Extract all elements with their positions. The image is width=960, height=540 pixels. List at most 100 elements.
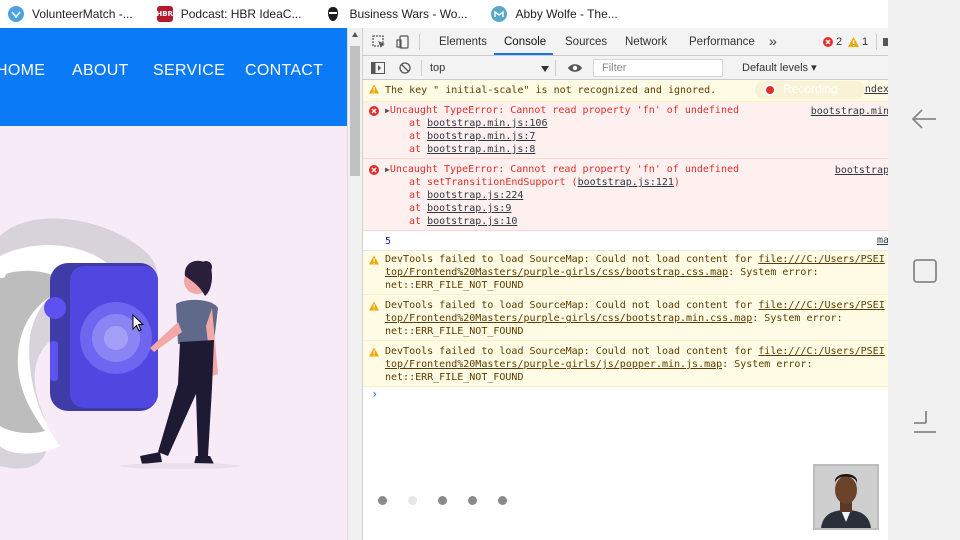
divider [419, 34, 420, 50]
error-count-icon [823, 37, 833, 47]
nav-contact[interactable]: CONTACT [245, 62, 323, 80]
warning-count-icon [848, 37, 859, 47]
tab-elements[interactable]: Elements [439, 36, 487, 48]
page-scrollbar[interactable] [347, 28, 362, 540]
device-toolbar-icon[interactable] [396, 35, 410, 49]
message-text: The key " initial-scale" is not recogniz… [385, 85, 717, 96]
chevron-down-icon[interactable] [541, 66, 549, 72]
stack-link[interactable]: bootstrap.min.js:7 [427, 131, 535, 142]
warning-icon [369, 84, 379, 94]
bookmarks-bar: VolunteerMatch -... HBR Podcast: HBR Ide… [0, 0, 888, 28]
stack-suffix: ) [673, 177, 680, 188]
message-text: 5 [385, 236, 392, 247]
context-selector[interactable]: top [430, 62, 445, 74]
nav-service[interactable]: SERVICE [153, 62, 225, 80]
devtools-tabbar: Elements Console Sources Network Perform… [363, 28, 888, 56]
slider-dot[interactable] [468, 496, 477, 505]
sourcemap-link[interactable]: top/Frontend%20Masters/purple-girls/css/… [385, 313, 752, 324]
webcam-overlay [813, 464, 879, 530]
divider [876, 34, 877, 50]
scrollbar-thumb[interactable] [350, 46, 360, 176]
stack-at: at [409, 131, 428, 142]
abby-wolfe-icon [491, 6, 508, 22]
sourcemap-link[interactable]: top/Frontend%20Masters/purple-girls/css/… [385, 267, 728, 278]
message-text: : System error: [752, 313, 843, 324]
sidebar-toggle-icon[interactable] [371, 62, 385, 74]
bookmark-volunteermatch[interactable]: VolunteerMatch -... [8, 6, 133, 22]
slider-dot[interactable] [378, 496, 387, 505]
message-text: net::ERR_FILE_NOT_FOUND [385, 372, 524, 383]
hero-illustration [0, 218, 240, 469]
stack-at: at [409, 203, 428, 214]
recording-indicator: Recording [755, 81, 865, 99]
tab-sources[interactable]: Sources [565, 36, 607, 48]
message-source-link[interactable]: ma [875, 234, 888, 247]
warning-count[interactable]: 1 [862, 36, 868, 48]
stack-at: at [409, 216, 428, 227]
console-message-warning: DevTools failed to load SourceMap: Could… [363, 341, 888, 387]
message-text: DevTools failed to load SourceMap: Could… [385, 346, 759, 357]
bookmark-abby-wolfe[interactable]: Abby Wolfe - The... [491, 6, 618, 22]
recording-label: Recording [783, 82, 838, 96]
webcam-person-image [815, 466, 877, 528]
message-text: net::ERR_FILE_NOT_FOUND [385, 326, 524, 337]
nav-home[interactable]: HOME [0, 62, 45, 80]
slider-dot[interactable] [438, 496, 447, 505]
bookmark-label: Business Wars - Wo... [349, 7, 468, 21]
console-prompt[interactable]: › [363, 387, 888, 407]
nav-about[interactable]: ABOUT [72, 62, 129, 80]
hbr-icon: HBR [156, 6, 173, 22]
site-navbar: HOME ABOUT SERVICE CONTACT [0, 28, 347, 126]
tab-performance[interactable]: Performance [689, 36, 755, 48]
stack-link[interactable]: bootstrap.min.js:106 [427, 118, 547, 129]
slider-dot[interactable] [498, 496, 507, 505]
message-text: : System error: [722, 359, 813, 370]
scroll-up-icon[interactable] [352, 32, 358, 37]
filter-input[interactable]: Filter [593, 59, 723, 77]
console-message-warning: The key " initial-scale" is not recogniz… [363, 80, 888, 102]
stack-link[interactable]: bootstrap.js:10 [427, 216, 517, 227]
tab-network[interactable]: Network [625, 36, 667, 48]
bookmark-business-wars[interactable]: Business Wars - Wo... [325, 6, 467, 22]
sourcemap-link[interactable]: file:///C:/Users/PSEI [758, 300, 884, 311]
message-text: DevTools failed to load SourceMap: Could… [385, 300, 759, 311]
sourcemap-link[interactable]: file:///C:/Users/PSEI [758, 346, 884, 357]
levels-dropdown[interactable]: Default levels ▾ [742, 61, 817, 74]
bookmark-label: Podcast: HBR IdeaC... [180, 7, 302, 21]
business-wars-icon [325, 6, 341, 22]
error-icon [369, 106, 379, 116]
stack-at: at [409, 144, 428, 155]
system-navigation-bar [888, 0, 960, 540]
clear-console-icon[interactable] [399, 62, 411, 74]
sourcemap-link[interactable]: file:///C:/Users/PSEI [758, 254, 884, 265]
stack-link[interactable]: bootstrap.js:9 [427, 203, 511, 214]
slider-dot-active[interactable] [408, 496, 417, 505]
stack-link[interactable]: bootstrap.js:224 [427, 190, 523, 201]
message-source-link[interactable]: bootstrap [832, 164, 888, 177]
stack-link[interactable]: bootstrap.min.js:8 [427, 144, 535, 155]
stack-at: at [409, 190, 428, 201]
back-icon[interactable] [910, 105, 938, 133]
screen: VolunteerMatch -... HBR Podcast: HBR Ide… [0, 0, 960, 540]
divider [421, 60, 422, 76]
console-message-log: 5 ma [363, 231, 888, 251]
live-expression-eye-icon[interactable] [567, 63, 583, 73]
tab-console[interactable]: Console [504, 36, 546, 48]
error-count[interactable]: 2 [836, 36, 842, 48]
console-message-error: ▶Uncaught TypeError: Cannot read propert… [363, 102, 888, 159]
menu-icon[interactable] [912, 408, 938, 434]
message-text: DevTools failed to load SourceMap: Could… [385, 254, 759, 265]
inspect-element-icon[interactable] [372, 35, 386, 49]
more-tabs-button[interactable]: » [769, 33, 777, 49]
recents-icon[interactable] [912, 258, 938, 284]
bookmark-label: VolunteerMatch -... [32, 7, 133, 21]
console-message-warning: DevTools failed to load SourceMap: Could… [363, 295, 888, 341]
bookmark-hbr[interactable]: HBR Podcast: HBR IdeaC... [156, 6, 302, 22]
message-text: Uncaught TypeError: Cannot read property… [389, 164, 740, 175]
stack-link[interactable]: bootstrap.js:121 [578, 177, 674, 188]
sourcemap-link[interactable]: top/Frontend%20Masters/purple-girls/js/p… [385, 359, 722, 370]
warning-icon [369, 301, 379, 311]
record-icon [764, 84, 776, 96]
error-icon [369, 165, 379, 175]
message-source-link[interactable]: bootstrap.min [808, 105, 888, 118]
